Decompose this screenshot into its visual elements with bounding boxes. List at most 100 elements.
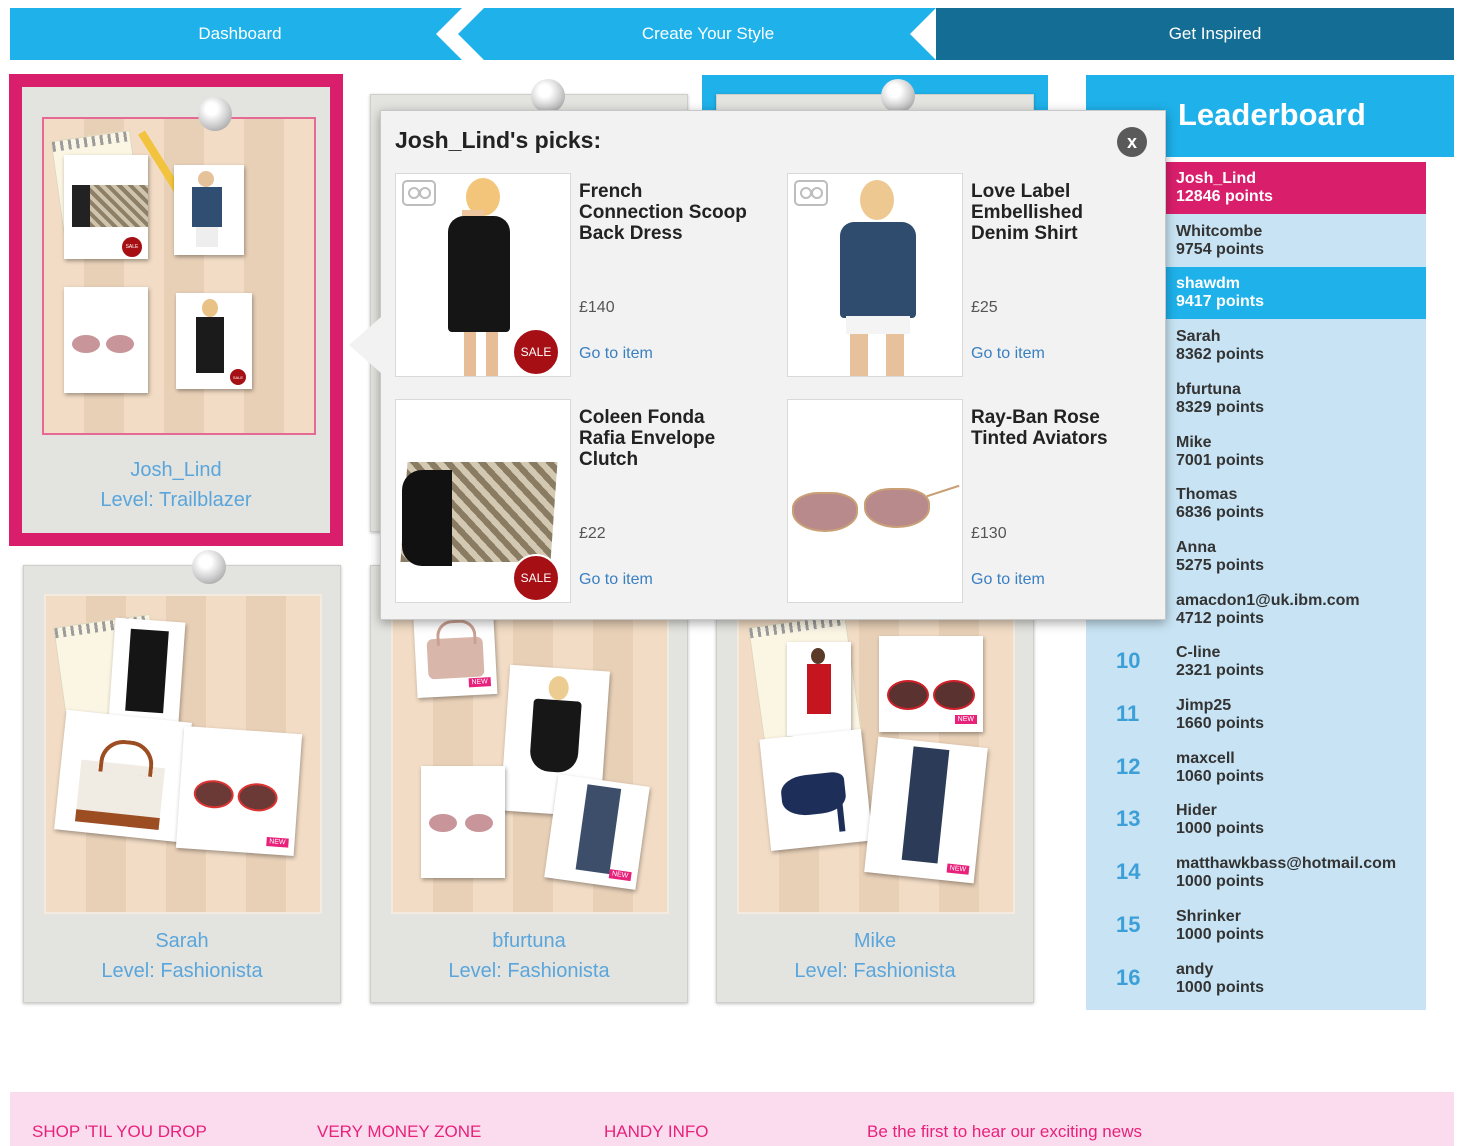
style-card-josh-lind[interactable]: SALE SALE Josh_Lind Level: Trailblazer <box>9 74 343 546</box>
board-item-navy-heels <box>759 728 873 852</box>
leaderboard-username: amacdon1@uk.ibm.com <box>1176 592 1360 609</box>
product-image[interactable]: SALE <box>395 399 571 603</box>
leaderboard-row[interactable]: 11 Jimp25 1660 points <box>1086 689 1426 741</box>
popup-pointer <box>349 317 381 373</box>
leaderboard-username: bfurtuna <box>1176 381 1241 398</box>
product-aviators: Ray-Ban Rose Tinted Aviators £130 Go to … <box>773 399 1143 603</box>
new-tag: NEW <box>954 715 977 724</box>
card-level: Level: Trailblazer <box>100 489 252 511</box>
sale-badge: SALE <box>120 235 144 259</box>
board-item-aviators <box>64 287 148 393</box>
style-board: NEW NEW <box>737 594 1015 914</box>
leaderboard-points: 9754 points <box>1176 241 1265 258</box>
leaderboard-points: 7001 points <box>1176 452 1265 469</box>
board-item-sunglasses: NEW <box>175 726 303 856</box>
leaderboard-points: 6836 points <box>1176 504 1265 521</box>
leaderboard-rank: 15 <box>1116 912 1141 937</box>
product-name: Coleen Fonda Rafia Envelope Clutch <box>579 407 716 470</box>
leaderboard-rank: 10 <box>1116 648 1141 673</box>
leaderboard-username: Jimp25 <box>1176 697 1232 714</box>
product-price: £130 <box>971 525 1007 542</box>
product-dress: SALE French Connection Scoop Back Dress … <box>381 173 751 377</box>
board-item-clutch: SALE <box>64 155 148 259</box>
tab-get-inspired[interactable]: Get Inspired <box>936 8 1454 60</box>
leaderboard-rank: 14 <box>1116 859 1141 884</box>
leaderboard-row[interactable]: 13 Hider 1000 points <box>1086 794 1426 846</box>
product-clutch: SALE Coleen Fonda Rafia Envelope Clutch … <box>381 399 751 603</box>
leaderboard-points: 1660 points <box>1176 715 1265 732</box>
tab-dashboard[interactable]: Dashboard <box>10 8 462 60</box>
leaderboard-username: andy <box>1176 961 1214 978</box>
leaderboard-rank: 12 <box>1116 754 1141 779</box>
leaderboard-points: 12846 points <box>1176 188 1273 205</box>
leaderboard-username: Sarah <box>1176 328 1221 345</box>
sale-badge: SALE <box>228 367 248 387</box>
leaderboard-username: Anna <box>1176 539 1216 556</box>
camera-icon <box>402 180 436 206</box>
leaderboard-row[interactable]: 12 maxcell 1060 points <box>1086 742 1426 794</box>
popup-title: Josh_Lind's picks: <box>395 127 602 153</box>
board-item-black-dress: SALE <box>176 293 252 389</box>
tab-create-your-style[interactable]: Create Your Style <box>458 8 958 60</box>
board-item-red-dress <box>787 642 851 736</box>
leaderboard-rank: 11 <box>1116 701 1140 726</box>
pushpin-icon <box>192 550 226 584</box>
leaderboard-username: shawdm <box>1176 275 1241 292</box>
go-to-item-link[interactable]: Go to item <box>971 571 1045 589</box>
top-nav: Get Inspired Create Your Style Dashboard <box>10 8 1454 60</box>
leaderboard-row[interactable]: 16 andy 1000 points <box>1086 953 1426 1005</box>
product-price: £140 <box>579 299 615 316</box>
footer-link-handy-info[interactable]: HANDY INFO <box>604 1122 709 1142</box>
go-to-item-link[interactable]: Go to item <box>579 571 653 589</box>
close-button[interactable]: x <box>1117 127 1147 157</box>
pushpin-icon <box>531 79 565 113</box>
board-item-jeans: NEW <box>544 774 650 890</box>
leaderboard-points: 9417 points <box>1176 293 1265 310</box>
card-username[interactable]: Josh_Lind <box>22 459 330 482</box>
go-to-item-link[interactable]: Go to item <box>579 345 653 363</box>
leaderboard-rank: 16 <box>1116 965 1141 990</box>
card-level: Level: Fashionista <box>794 960 956 982</box>
leaderboard-username: maxcell <box>1176 750 1235 767</box>
leaderboard-points: 5275 points <box>1176 557 1265 574</box>
footer-link-newsletter[interactable]: Be the first to hear our exciting news <box>867 1122 1142 1142</box>
style-card-bfurtuna[interactable]: NEW NEW NEW bfurtuna Level: Fashionista <box>370 565 688 1003</box>
leaderboard-username: Shrinker <box>1176 908 1241 925</box>
footer-link-money-zone[interactable]: VERY MONEY ZONE <box>317 1122 481 1142</box>
new-tag: NEW <box>265 837 289 848</box>
leaderboard-points: 1000 points <box>1176 820 1265 837</box>
product-name: Love Label Embellished Denim Shirt <box>971 181 1083 244</box>
leaderboard-title: Leaderboard <box>1178 97 1366 132</box>
new-tag: NEW <box>608 869 632 882</box>
leaderboard-username: Hider <box>1176 802 1217 819</box>
product-image[interactable] <box>787 173 963 377</box>
leaderboard-points: 8362 points <box>1176 346 1265 363</box>
board-item-denim-shirt <box>174 165 244 255</box>
go-to-item-link[interactable]: Go to item <box>971 345 1045 363</box>
leaderboard-row[interactable]: 15 Shrinker 1000 points <box>1086 900 1426 952</box>
footer-link-shop[interactable]: SHOP 'TIL YOU DROP <box>32 1122 207 1142</box>
product-price: £25 <box>971 299 998 316</box>
leaderboard-rank: 13 <box>1116 806 1141 831</box>
style-board: NEW <box>44 594 322 914</box>
card-username[interactable]: Sarah <box>24 930 340 953</box>
style-board: NEW NEW NEW <box>391 594 669 914</box>
board-item-aviators <box>421 766 505 878</box>
leaderboard-row[interactable]: 14 matthawkbass@hotmail.com 1000 points <box>1086 847 1426 899</box>
pushpin-icon <box>198 97 232 131</box>
board-item-skirt <box>108 617 186 725</box>
tab-get-inspired-label: Get Inspired <box>1168 24 1262 43</box>
style-card-sarah[interactable]: NEW Sarah Level: Fashionista <box>23 550 341 1003</box>
leaderboard-row[interactable]: 10 C-line 2321 points <box>1086 636 1426 688</box>
footer: SHOP 'TIL YOU DROP VERY MONEY ZONE HANDY… <box>10 1092 1454 1146</box>
product-image[interactable]: SALE <box>395 173 571 377</box>
product-image[interactable] <box>787 399 963 603</box>
sale-badge: SALE <box>512 554 560 602</box>
card-username[interactable]: Mike <box>717 930 1033 953</box>
leaderboard-points: 4712 points <box>1176 610 1265 627</box>
leaderboard-points: 1000 points <box>1176 979 1265 996</box>
style-card-mike[interactable]: NEW NEW Mike Level: Fashionista <box>716 565 1034 1003</box>
product-denim-shirt: Love Label Embellished Denim Shirt £25 G… <box>773 173 1143 377</box>
card-username[interactable]: bfurtuna <box>371 930 687 953</box>
tab-dashboard-label: Dashboard <box>198 24 282 43</box>
